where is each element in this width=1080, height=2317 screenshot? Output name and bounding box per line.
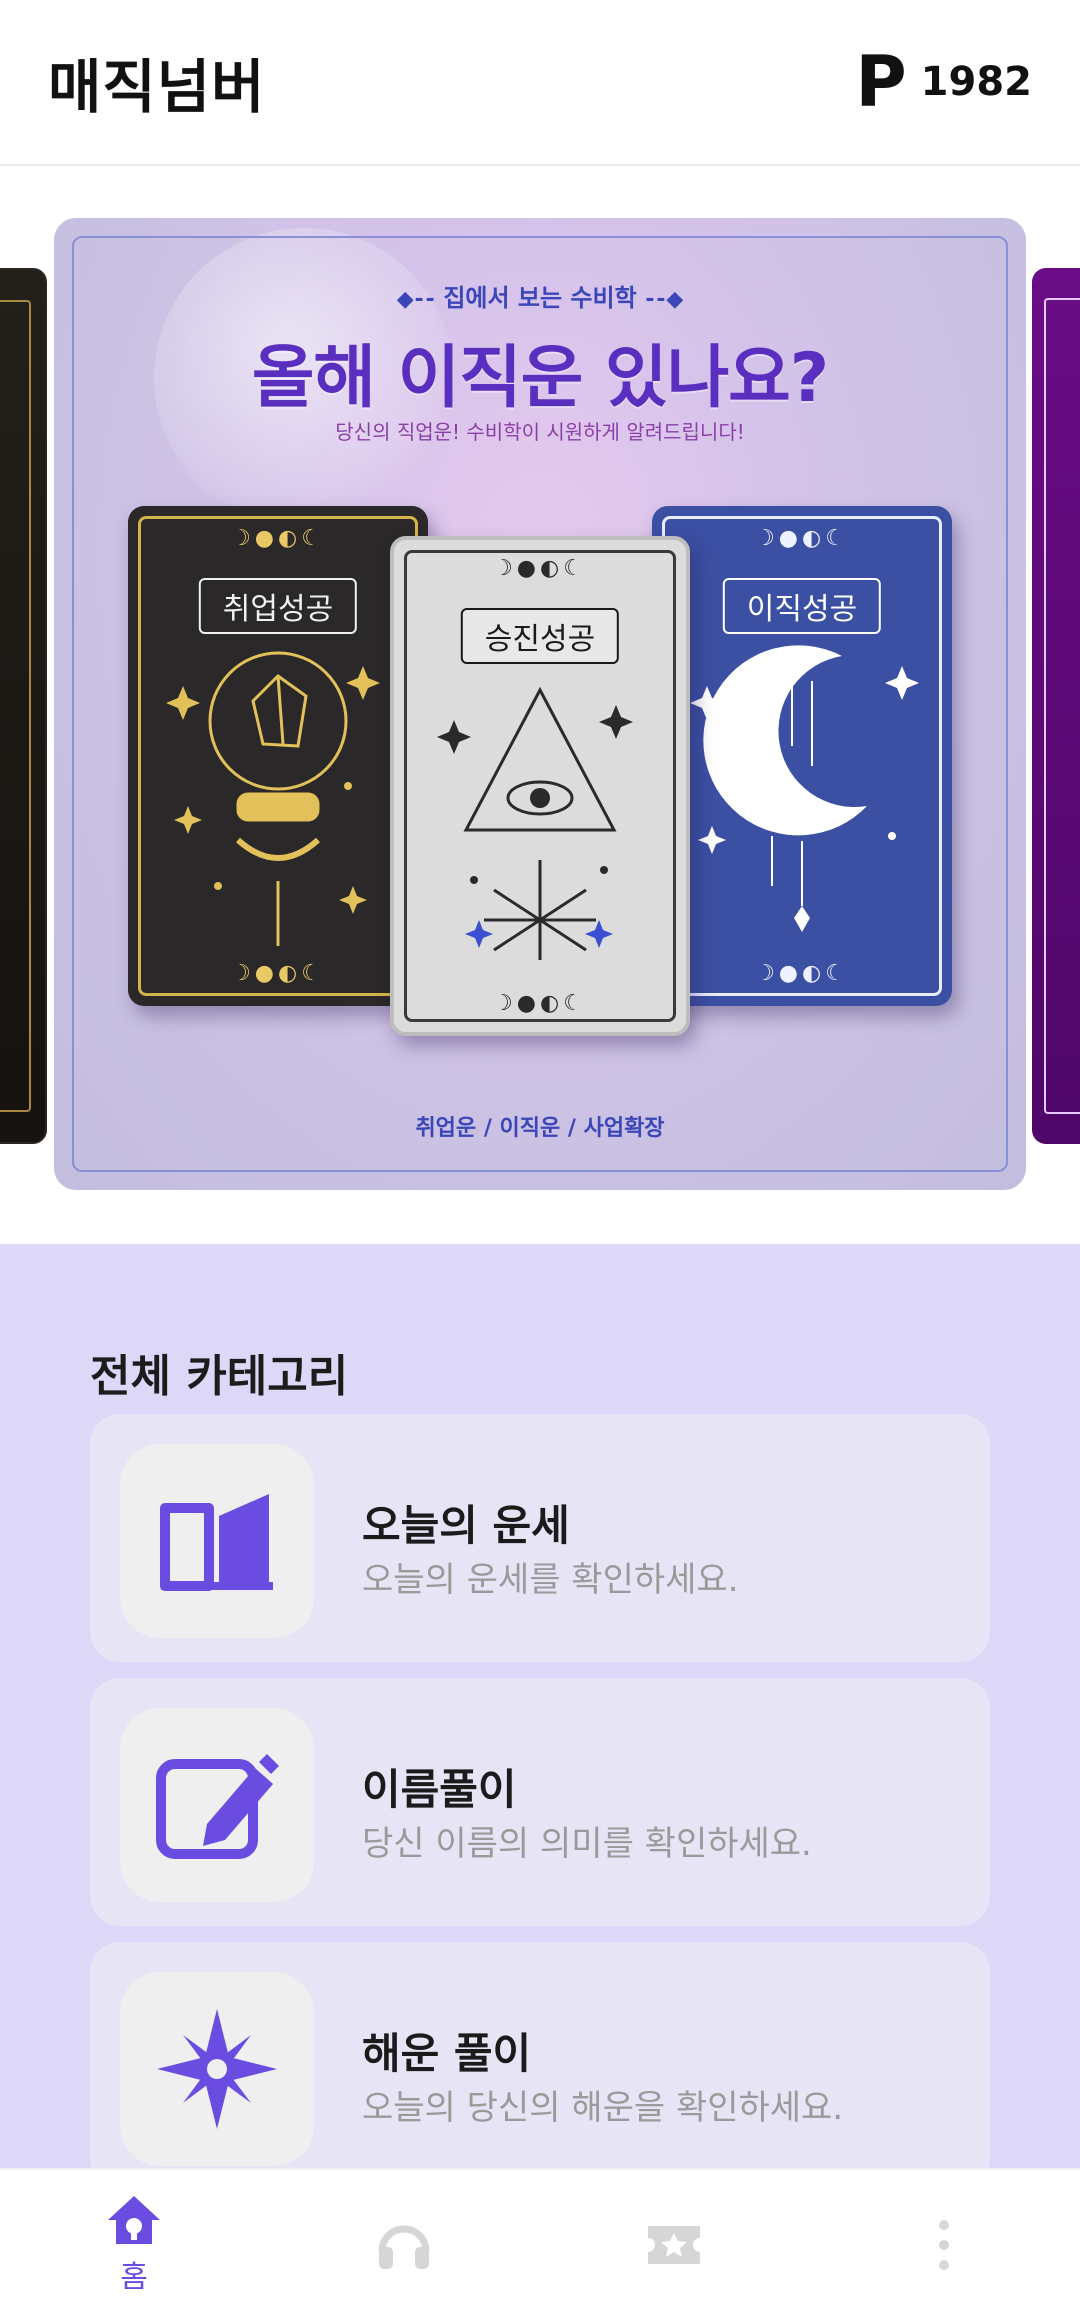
category-item-name-reading[interactable]: 이름풀이 당신 이름의 의미를 확인하세요. [90, 1678, 990, 1926]
category-title: 이름풀이 [362, 1765, 517, 1814]
banner-subtitle: 당신의 직업운! 수비학이 시원하게 알려드립니다! [335, 420, 745, 444]
points-icon: P [855, 41, 907, 123]
nav-item-tickets[interactable] [574, 2170, 774, 2317]
ornament-right-icon: ⁃⁃◆ [636, 287, 684, 312]
previous-banner-peek[interactable] [0, 268, 47, 1144]
points-display[interactable]: P 1982 [855, 47, 1032, 117]
ornament-left-icon: ◆⁃⁃ [396, 287, 444, 312]
app-header: 매직넘버 P 1982 [0, 0, 1080, 166]
nav-item-home[interactable]: 홈 [34, 2170, 234, 2317]
category-title: 해운 풀이 [362, 2029, 532, 2078]
app-title: 매직넘버 [48, 53, 266, 121]
section-title: 전체 카테고리 [90, 1351, 349, 1402]
tarot-card-move: ☽●◐☾ 이직성공 ☽●◐☾ [652, 506, 952, 1006]
category-icon-tile [120, 1972, 314, 2166]
banner-tags: 취업운 / 이직운 / 사업확장 [415, 1116, 665, 1141]
headset-icon [378, 2225, 430, 2269]
banner-carousel[interactable]: ◆⁃⁃ 집에서 보는 수비학 ⁃⁃◆ 올해 이직운 있나요? 당신의 직업운! … [0, 166, 1080, 1244]
category-description: 오늘의 운세를 확인하세요. [362, 1560, 739, 1600]
ticket-star-icon [648, 2225, 700, 2264]
tarot-card-promotion: ☽●◐☾ 승진성공 ☽●◐☾ [390, 536, 690, 1036]
moon-phases-bottom: ☽●◐☾ [493, 991, 587, 1016]
category-title: 오늘의 운세 [362, 1501, 570, 1550]
nav-item-more[interactable] [844, 2170, 1044, 2317]
category-icon-tile [120, 1444, 314, 1638]
crescent-moon-icon [690, 645, 919, 932]
more-vertical-icon [939, 2219, 949, 2270]
promo-banner[interactable]: ◆⁃⁃ 집에서 보는 수비학 ⁃⁃◆ 올해 이직운 있나요? 당신의 직업운! … [54, 218, 1026, 1190]
category-description: 오늘의 당신의 해운을 확인하세요. [362, 2088, 844, 2128]
moon-phases-bottom: ☽●◐☾ [755, 961, 849, 986]
category-icon-tile [120, 1708, 314, 1902]
category-description: 당신 이름의 의미를 확인하세요. [362, 1824, 812, 1864]
points-value: 1982 [920, 59, 1032, 105]
banner-kicker-text: 집에서 보는 수비학 [443, 284, 637, 312]
open-book-icon [160, 1494, 273, 1591]
edit-pencil-icon [156, 1754, 279, 1859]
banner-kicker: ◆⁃⁃ 집에서 보는 수비학 ⁃⁃◆ [54, 278, 1026, 313]
banner-headline: 올해 이직운 있나요? [251, 339, 829, 418]
category-item-daily-fortune[interactable]: 오늘의 운세 오늘의 운세를 확인하세요. [90, 1414, 990, 1662]
bottom-navigation: 홈 [0, 2168, 1080, 2317]
category-section: 전체 카테고리 오늘의 운세 오늘의 운세를 확인하세요. 이름풀이 당신 이름… [0, 1244, 1080, 2168]
nav-item-consult[interactable] [304, 2170, 504, 2317]
moon-phases-bottom: ☽●◐☾ [231, 961, 325, 986]
eye-pyramid-icon [437, 686, 633, 960]
next-banner-peek[interactable] [1032, 268, 1080, 1144]
tarot-card-job: ☽●◐☾ 취업성공 ☽●◐☾ [128, 506, 428, 1006]
crystal-ball-icon [166, 651, 380, 946]
nav-label-home: 홈 [120, 2259, 148, 2295]
category-item-sea-fortune[interactable]: 해운 풀이 오늘의 당신의 해운을 확인하세요. [90, 1942, 990, 2168]
home-icon [108, 2195, 160, 2244]
compass-star-icon [157, 2009, 277, 2129]
